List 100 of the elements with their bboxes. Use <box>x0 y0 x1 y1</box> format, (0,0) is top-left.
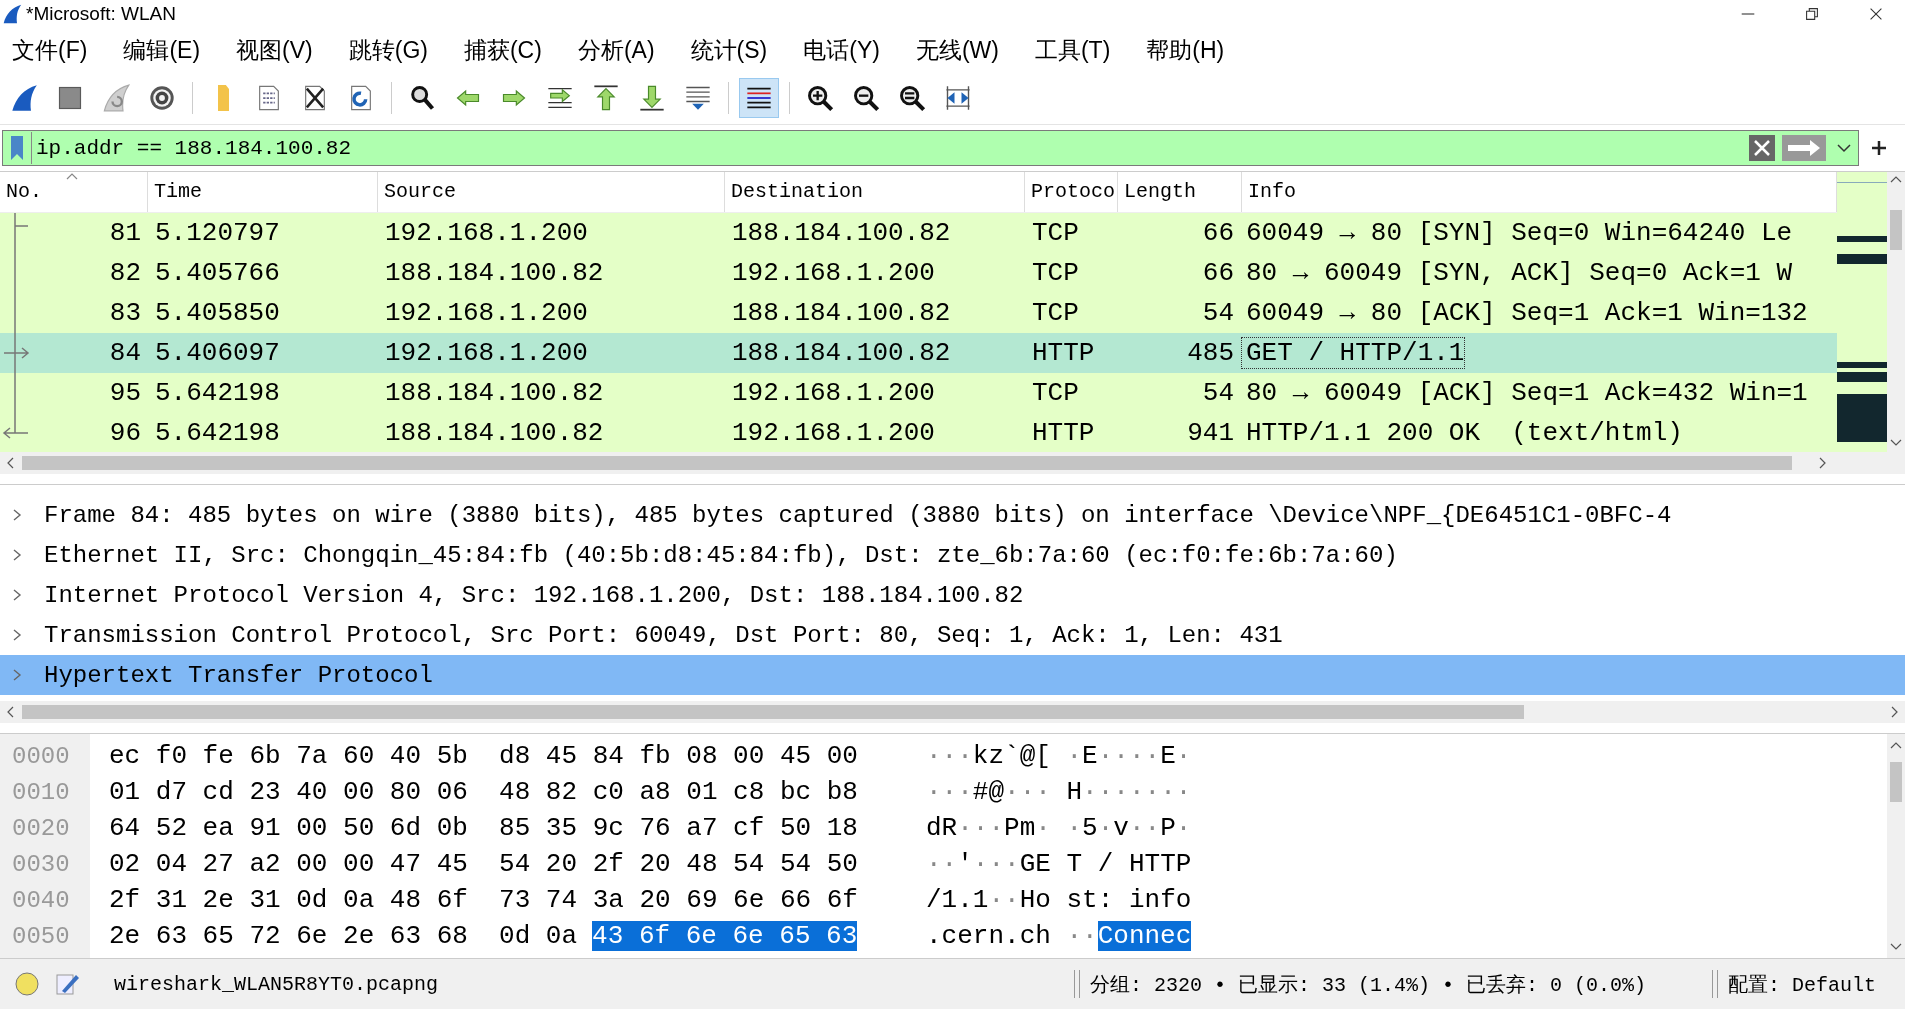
hex-bytes: 64 52 ea 91 00 50 6d 0b 85 35 9c 76 a7 cf 50 18 <box>109 813 858 843</box>
table-cell-text: TCP <box>1031 258 1080 288</box>
tree-item[interactable]: Internet Protocol Version 4, Src: 192.168.1.200, Dst: 188.184.100.82 <box>0 575 1905 615</box>
menu-item[interactable]: 分析(A) <box>569 34 675 66</box>
tree-item-text: Transmission Control Protocol, Src Port: 60049, Dst Port: 80, Seq: 1, Ack: 1, Len: 431 <box>44 621 1283 649</box>
byte-offset: 0030 <box>11 850 71 878</box>
chevron-icon[interactable] <box>12 628 22 642</box>
restore-icon[interactable] <box>1803 5 1821 23</box>
column-header[interactable]: Protoco <box>1025 172 1118 212</box>
dropdown-caret-icon[interactable] <box>1836 143 1852 153</box>
table-cell-text: 54 <box>1201 298 1235 328</box>
table-cell-text: 188.184.100.82 <box>384 258 605 288</box>
column-header[interactable]: Destination <box>725 172 1025 212</box>
table-cell-text: 192.168.1.200 <box>384 298 589 328</box>
packet-row[interactable]: 81 5.120797 192.168.1.200 188.184.100.82 TCP 66 60049 → 80 [SYN] Seq=0 Win=64240 Le <box>0 213 1837 253</box>
tree-item-text: Internet Protocol Version 4, Src: 192.168.1.200, Dst: 188.184.100.82 <box>44 581 1024 609</box>
chevron-icon[interactable] <box>12 588 22 602</box>
zoom-out-icon <box>852 84 880 112</box>
bookmark-icon[interactable] <box>9 134 25 162</box>
table-cell-text: 5.405766 <box>154 258 281 288</box>
tree-item[interactable]: Frame 84: 485 bytes on wire (3880 bits), 485 bytes captured (3880 bits) on interface \Device\NPF_{DE6451C1-0BFC-4 <box>0 495 1905 535</box>
table-cell-text: 5.406097 <box>154 338 281 368</box>
table-cell-text: 188.184.100.82 <box>384 418 605 448</box>
chevron-icon[interactable] <box>12 548 22 562</box>
clear-icon[interactable] <box>1748 134 1776 162</box>
column-header[interactable]: No. <box>0 172 148 212</box>
packet-row[interactable]: 96 5.642198 188.184.100.82 192.168.1.200 HTTP 941 HTTP/1.1 200 OK (text/html) <box>0 413 1837 452</box>
selected-hex-bytes: 43 6f 6e 6e 65 63 <box>592 921 858 951</box>
edit-comment-icon[interactable] <box>54 971 80 997</box>
arrow-up-icon <box>592 84 620 112</box>
menu-item[interactable]: 视图(V) <box>228 34 333 66</box>
tree-item-text: Hypertext Transfer Protocol <box>44 661 433 689</box>
menu-item[interactable]: 文件(F) <box>4 34 108 66</box>
vertical-scrollbar[interactable] <box>1887 172 1905 452</box>
colored-lines-button[interactable] <box>739 78 779 118</box>
table-cell-text: HTTP <box>1031 338 1096 368</box>
table-cell-text: 83 <box>108 298 142 328</box>
table-cell-text: HTTP/1.1 200 OK (text/html) <box>1245 418 1683 448</box>
packet-row[interactable]: 84 5.406097 192.168.1.200 188.184.100.82 HTTP 485 GET / HTTP/1.1 <box>0 333 1837 373</box>
sort-caret-icon <box>66 172 78 180</box>
byte-offset: 0010 <box>11 778 71 806</box>
menu-item[interactable]: 电话(Y) <box>795 34 900 66</box>
column-header[interactable]: Time <box>148 172 378 212</box>
table-cell-text: 5.405850 <box>154 298 281 328</box>
window-title: *Microsoft: WLAN <box>26 3 176 25</box>
column-header[interactable]: Source <box>378 172 725 212</box>
table-cell-text: 80 → 60049 [ACK] Seq=1 Ack=432 Win=1 <box>1245 378 1808 408</box>
byte-offset: 0050 <box>11 922 71 950</box>
table-cell-text: 60049 → 80 [SYN] Seq=0 Win=64240 Le <box>1245 218 1793 248</box>
table-cell-text: 60049 → 80 [ACK] Seq=1 Ack=1 Win=132 <box>1245 298 1808 328</box>
table-cell-text: HTTP <box>1031 418 1096 448</box>
folder-icon <box>217 85 229 111</box>
display-filter-field[interactable]: ip.addr == 188.184.100.82 <box>2 130 1859 166</box>
table-cell-text: 84 <box>108 338 142 368</box>
menu-item[interactable]: 帮助(H) <box>1138 34 1245 66</box>
table-cell-text: 485 <box>1186 338 1235 368</box>
hex-bytes: ec f0 fe 6b 7a 60 40 5b d8 45 84 fb 08 00 45 00 <box>109 741 858 771</box>
menu-item[interactable]: 工具(T) <box>1026 34 1131 66</box>
packet-row[interactable]: 83 5.405850 192.168.1.200 188.184.100.82 TCP 54 60049 → 80 [ACK] Seq=1 Ack=1 Win=132 <box>0 293 1837 333</box>
tree-item[interactable]: Hypertext Transfer Protocol <box>0 655 1905 695</box>
tree-item-text: Frame 84: 485 bytes on wire (3880 bits), 485 bytes captured (3880 bits) on interface \Device\NPF_{DE6451C1-0BFC-4 <box>44 501 1672 529</box>
table-cell-text: 5.642198 <box>154 418 281 448</box>
chevron-icon[interactable] <box>12 508 22 522</box>
tree-item[interactable]: Transmission Control Protocol, Src Port: 60049, Dst Port: 80, Seq: 1, Ack: 1, Len: 431 <box>0 615 1905 655</box>
table-cell-text: 5.642198 <box>154 378 281 408</box>
resize-columns-icon <box>944 84 972 112</box>
column-header[interactable]: Length <box>1118 172 1242 212</box>
tree-item[interactable]: Ethernet II, Src: Chongqin_45:84:fb (40:5b:d8:45:84:fb), Dst: zte_6b:7a:60 (ec:f0:fe:6b:7a:60) <box>0 535 1905 575</box>
vertical-scrollbar[interactable] <box>1887 734 1905 958</box>
packet-row[interactable]: 82 5.405766 188.184.100.82 192.168.1.200 TCP 66 80 → 60049 [SYN, ACK] Seq=0 Ack=1 W <box>0 253 1837 293</box>
menu-item[interactable]: 编辑(E) <box>115 34 221 66</box>
zoom-reset-icon <box>898 84 926 112</box>
table-cell-text: 188.184.100.82 <box>731 218 952 248</box>
table-cell-text: 192.168.1.200 <box>384 338 589 368</box>
menu-item[interactable]: 捕获(C) <box>455 34 562 66</box>
horizontal-scrollbar[interactable] <box>0 452 1905 474</box>
ascii-text: /1.1··Ho st: info <box>926 885 1192 915</box>
menu-item[interactable]: 无线(W) <box>907 34 1019 66</box>
ascii-text: ···kz`@[ ·E····E· <box>926 741 1192 771</box>
hex-bytes: 2e 63 65 72 6e 2e 63 68 0d 0a <box>109 921 578 951</box>
status-ready-icon[interactable] <box>14 971 40 997</box>
shark-fin-icon <box>10 84 38 112</box>
display-filter-field[interactable]: ip.addr == 188.184.100.82 <box>31 132 1748 164</box>
table-cell-text: 192.168.1.200 <box>731 378 936 408</box>
app-icon <box>2 3 22 25</box>
ascii-text: dR···Pm· ·5·v··P· <box>926 813 1192 843</box>
profile-label[interactable]: 配置: Default <box>1728 970 1905 998</box>
add-filter-icon[interactable] <box>1869 138 1889 158</box>
table-cell-text: 192.168.1.200 <box>731 258 936 288</box>
menu-item[interactable]: 统计(S) <box>682 34 788 66</box>
packet-minimap[interactable] <box>1837 172 1887 452</box>
search-icon <box>408 84 436 112</box>
horizontal-scrollbar[interactable] <box>0 701 1905 723</box>
chevron-icon[interactable] <box>12 668 22 682</box>
table-cell-text: 66 <box>1201 218 1235 248</box>
arrow-down-icon <box>638 84 666 112</box>
stop-icon <box>56 84 84 112</box>
packet-row[interactable]: 95 5.642198 188.184.100.82 192.168.1.200 TCP 54 80 → 60049 [ACK] Seq=1 Ack=432 Win=1 <box>0 373 1837 413</box>
menu-item[interactable]: 跳转(G) <box>340 34 448 66</box>
table-cell-text: 5.120797 <box>154 218 281 248</box>
